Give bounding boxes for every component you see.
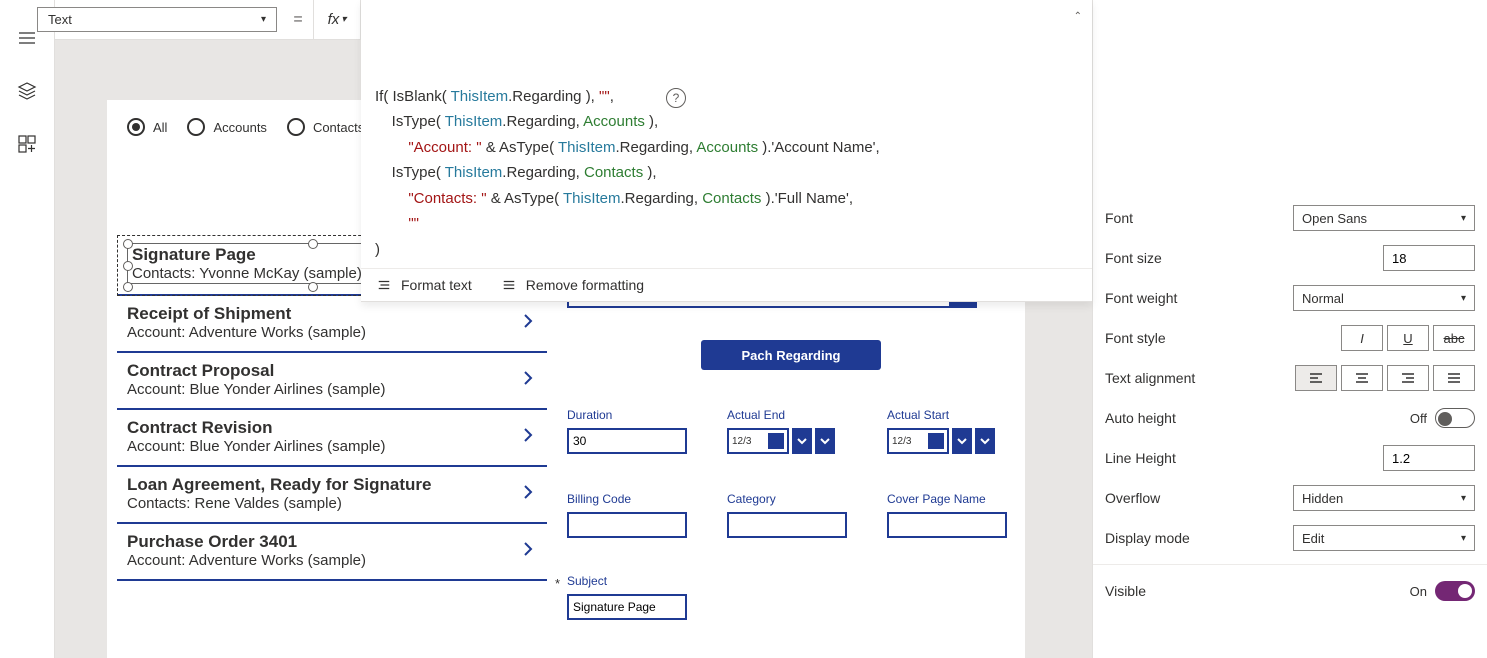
duration-label: Duration: [567, 408, 687, 422]
minute-spinner[interactable]: [815, 428, 835, 454]
chevron-up-icon[interactable]: ⌃: [1074, 8, 1082, 25]
font-select[interactable]: Open Sans▾: [1293, 205, 1475, 231]
help-icon[interactable]: ?: [666, 88, 686, 108]
components-icon[interactable]: [17, 134, 37, 157]
strikethrough-button[interactable]: abc: [1433, 325, 1475, 351]
selection-handle[interactable]: [308, 282, 318, 292]
actual-end-label: Actual End: [727, 408, 847, 422]
property-selector-value: Text: [48, 12, 72, 27]
remove-formatting-button[interactable]: Remove formatting: [502, 277, 644, 293]
radio-accounts[interactable]: Accounts: [187, 118, 266, 136]
property-selector[interactable]: Text ▾: [37, 7, 277, 32]
gallery-item[interactable]: Contract ProposalAccount: Blue Yonder Ai…: [117, 353, 547, 410]
gallery-item-title: Receipt of Shipment: [127, 304, 366, 324]
formula-bar: Text ▾ = fx▾ ⌃ If( IsBlank( ThisItem.Reg…: [55, 0, 1092, 40]
chevron-right-icon[interactable]: [519, 312, 537, 333]
displaymode-select[interactable]: Edit▾: [1293, 525, 1475, 551]
fontweight-label: Font weight: [1105, 290, 1293, 306]
visible-label: Visible: [1105, 583, 1410, 599]
chevron-right-icon[interactable]: [519, 369, 537, 390]
billing-label: Billing Code: [567, 492, 687, 506]
form-area: Yvonne McKay (sample) Pach Regarding Dur…: [567, 280, 1015, 658]
overflow-label: Overflow: [1105, 490, 1293, 506]
underline-button[interactable]: U: [1387, 325, 1429, 351]
radio-contacts[interactable]: Contacts: [287, 118, 364, 136]
subject-label: Subject: [567, 574, 687, 588]
subject-input[interactable]: [567, 594, 687, 620]
radio-all[interactable]: All: [127, 118, 167, 136]
minute-spinner[interactable]: [975, 428, 995, 454]
left-rail: [0, 0, 55, 658]
properties-panel: Font Open Sans▾ Font size Font weight No…: [1092, 0, 1487, 658]
lineheight-input[interactable]: [1383, 445, 1475, 471]
required-indicator: *: [555, 576, 560, 591]
calendar-icon: [928, 433, 944, 449]
actual-end-date[interactable]: 12/3: [727, 428, 789, 454]
fontweight-select[interactable]: Normal▾: [1293, 285, 1475, 311]
gallery-item-title: Contract Proposal: [127, 361, 385, 381]
displaymode-label: Display mode: [1105, 530, 1293, 546]
category-label: Category: [727, 492, 847, 506]
chevron-right-icon[interactable]: [519, 483, 537, 504]
fontsize-label: Font size: [1105, 250, 1383, 266]
hamburger-icon[interactable]: [17, 28, 37, 51]
visible-toggle[interactable]: [1435, 581, 1475, 601]
chevron-right-icon[interactable]: [519, 426, 537, 447]
gallery-item-title: Purchase Order 3401: [127, 532, 366, 552]
lineheight-label: Line Height: [1105, 450, 1383, 466]
align-justify-button[interactable]: [1433, 365, 1475, 391]
gallery-item-subtitle: Account: Blue Yonder Airlines (sample): [127, 381, 385, 398]
gallery-item[interactable]: Contract RevisionAccount: Blue Yonder Ai…: [117, 410, 547, 467]
gallery-item-subtitle: Account: Blue Yonder Airlines (sample): [127, 438, 385, 455]
chevron-down-icon: ▾: [261, 14, 266, 25]
formula-editor[interactable]: ⌃ If( IsBlank( ThisItem.Regarding ), "",…: [361, 0, 1092, 302]
gallery-item-subtitle: Account: Adventure Works (sample): [127, 552, 366, 569]
calendar-icon: [768, 433, 784, 449]
gallery-item[interactable]: Purchase Order 3401Account: Adventure Wo…: [117, 524, 547, 581]
italic-button[interactable]: I: [1341, 325, 1383, 351]
actual-start-date[interactable]: 12/3: [887, 428, 949, 454]
autoheight-toggle[interactable]: [1435, 408, 1475, 428]
equals-sign: =: [283, 0, 313, 39]
hour-spinner[interactable]: [792, 428, 812, 454]
gallery-item-title: Contract Revision: [127, 418, 385, 438]
font-label: Font: [1105, 210, 1293, 226]
fontsize-input[interactable]: [1383, 245, 1475, 271]
fx-button[interactable]: fx▾: [313, 0, 361, 39]
hour-spinner[interactable]: [952, 428, 972, 454]
selection-handle[interactable]: [123, 282, 133, 292]
selection-handle[interactable]: [123, 239, 133, 249]
gallery-item-subtitle: Account: Adventure Works (sample): [127, 324, 366, 341]
gallery-item-title: Loan Agreement, Ready for Signature: [127, 475, 431, 495]
autoheight-label: Auto height: [1105, 410, 1410, 426]
align-center-button[interactable]: [1341, 365, 1383, 391]
category-input[interactable]: [727, 512, 847, 538]
patch-regarding-button[interactable]: Pach Regarding: [701, 340, 881, 370]
chevron-right-icon[interactable]: [519, 540, 537, 561]
align-right-button[interactable]: [1387, 365, 1429, 391]
overflow-select[interactable]: Hidden▾: [1293, 485, 1475, 511]
align-left-button[interactable]: [1295, 365, 1337, 391]
actual-start-label: Actual Start: [887, 408, 1007, 422]
textalign-label: Text alignment: [1105, 370, 1295, 386]
billing-input[interactable]: [567, 512, 687, 538]
fontstyle-label: Font style: [1105, 330, 1341, 346]
cover-label: Cover Page Name: [887, 492, 1007, 506]
format-text-button[interactable]: Format text: [377, 277, 472, 293]
gallery-item[interactable]: Receipt of ShipmentAccount: Adventure Wo…: [117, 296, 547, 353]
cover-input[interactable]: [887, 512, 1007, 538]
layers-icon[interactable]: [17, 81, 37, 104]
selection-handle[interactable]: [308, 239, 318, 249]
duration-input[interactable]: [567, 428, 687, 454]
gallery-item[interactable]: Loan Agreement, Ready for SignatureConta…: [117, 467, 547, 524]
selection-handle[interactable]: [123, 261, 133, 271]
gallery-item-subtitle: Contacts: Rene Valdes (sample): [127, 495, 431, 512]
